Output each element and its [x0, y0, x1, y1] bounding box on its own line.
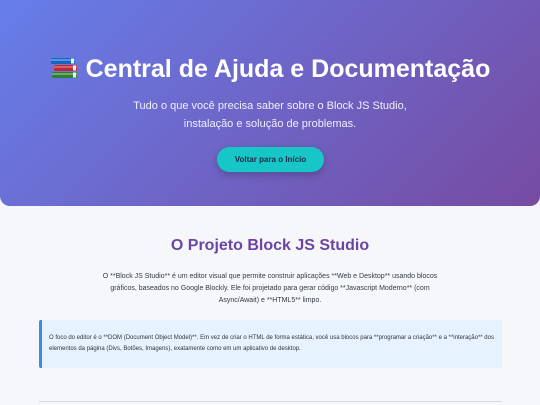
- project-intro-text: O **Block JS Studio** é um editor visual…: [102, 273, 438, 304]
- books-icon: [50, 58, 77, 78]
- hero-subtitle: Tudo o que você precisa saber sobre o Bl…: [133, 100, 407, 130]
- page-title: Central de Ajuda e Documentação: [0, 53, 540, 85]
- help-page: Central de Ajuda e Documentação Tudo o q…: [0, 0, 540, 405]
- page-title-text: Central de Ajuda e Documentação: [85, 55, 491, 83]
- hero-banner: Central de Ajuda e Documentação Tudo o q…: [0, 0, 540, 206]
- section-title-project: O Projeto Block JS Studio: [170, 237, 370, 254]
- back-to-home-button[interactable]: Voltar para o Início: [217, 147, 324, 172]
- section-divider: [39, 401, 502, 402]
- dom-focus-note: O foco do editor é o **DOM (Document Obj…: [39, 320, 502, 368]
